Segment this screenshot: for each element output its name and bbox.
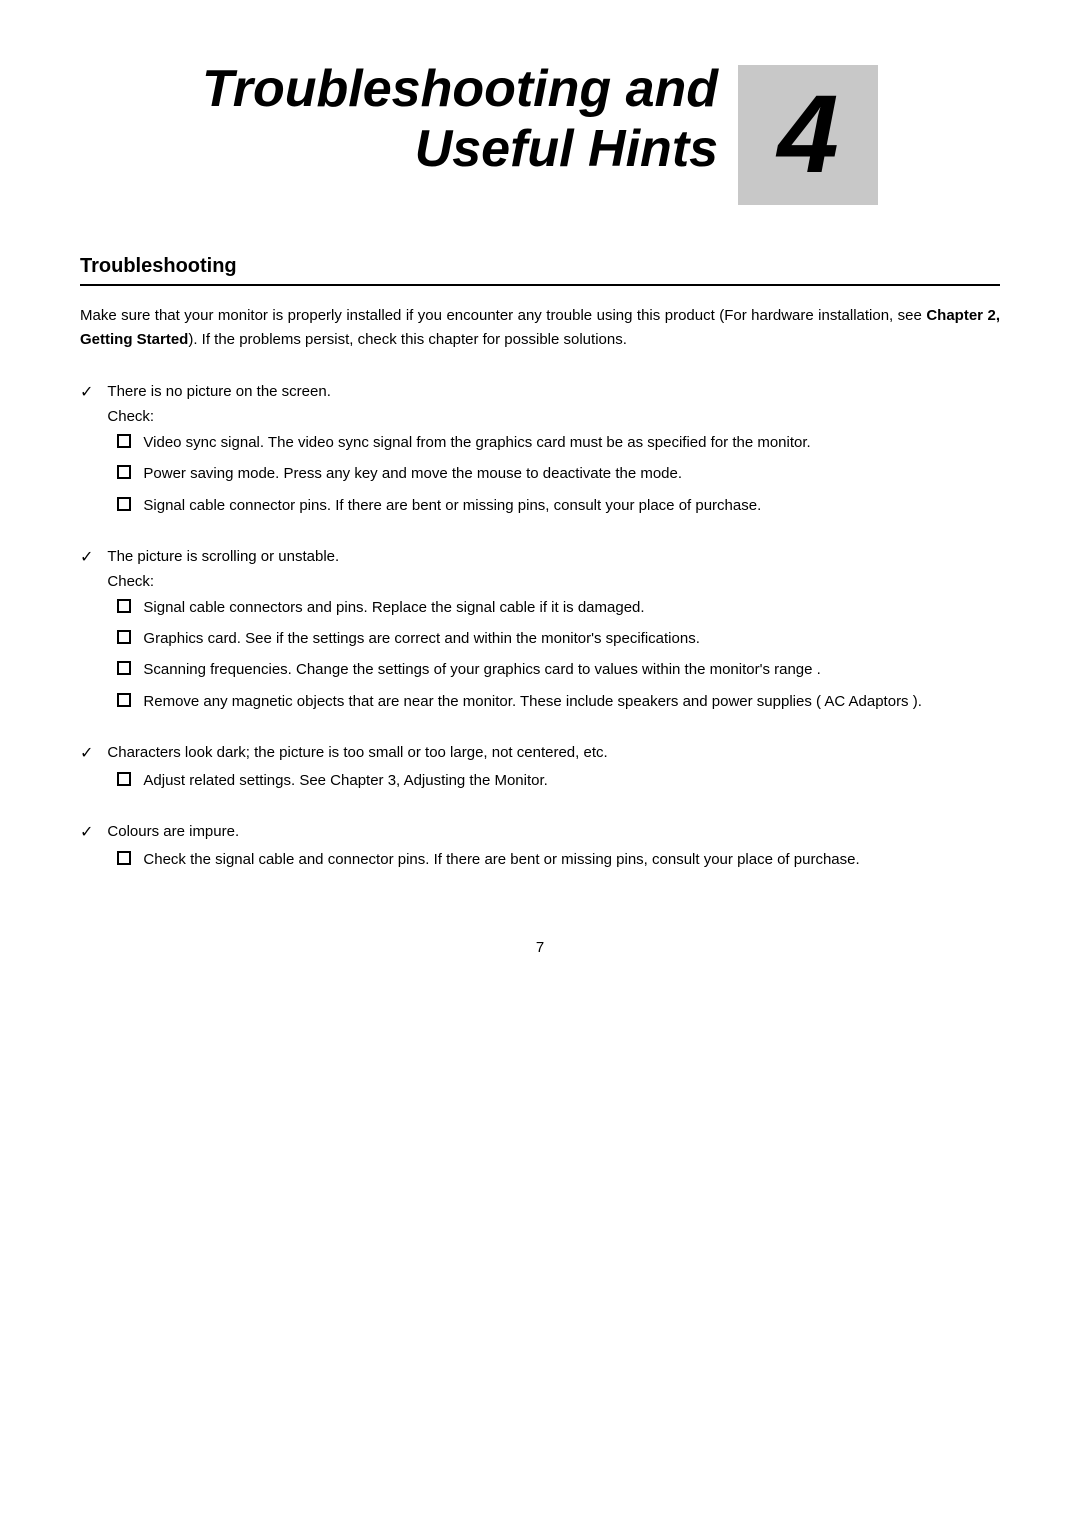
sub-text: Check the signal cable and connector pin… <box>143 848 1000 871</box>
check-main-text: Colours are impure. <box>107 820 1000 844</box>
check-label: Check: <box>107 408 1000 425</box>
sub-text: Signal cable connector pins. If there ar… <box>143 494 1000 517</box>
checkmark-icon: ✓ <box>80 382 93 402</box>
sub-item: Scanning frequencies. Change the setting… <box>107 658 1000 681</box>
sub-item: Remove any magnetic objects that are nea… <box>107 690 1000 713</box>
sub-text: Adjust related settings. See Chapter 3, … <box>143 769 1000 792</box>
check-item: ✓ There is no picture on the screen. Check… <box>80 380 1000 525</box>
check-content: Characters look dark; the picture is too… <box>107 741 1000 800</box>
check-main-text: There is no picture on the screen. <box>107 380 1000 404</box>
checkmark-icon: ✓ <box>80 822 93 842</box>
check-item: ✓ Colours are impure. Check the signal cab… <box>80 820 1000 879</box>
check-label: Check: <box>107 573 1000 590</box>
title-line1: Troubleshooting and <box>202 60 718 120</box>
sub-item: Signal cable connectors and pins. Replac… <box>107 596 1000 619</box>
header-section: Troubleshooting and Useful Hints 4 <box>80 60 1000 205</box>
checkbox-icon <box>117 693 131 707</box>
check-main-text: The picture is scrolling or unstable. <box>107 545 1000 569</box>
checkbox-icon <box>117 434 131 448</box>
checkbox-icon <box>117 851 131 865</box>
sub-item: Adjust related settings. See Chapter 3, … <box>107 769 1000 792</box>
sub-item: Signal cable connector pins. If there ar… <box>107 494 1000 517</box>
checkbox-icon <box>117 661 131 675</box>
sub-text: Graphics card. See if the settings are c… <box>143 627 1000 650</box>
checkbox-icon <box>117 465 131 479</box>
sub-item: Power saving mode. Press any key and mov… <box>107 462 1000 485</box>
sub-text: Signal cable connectors and pins. Replac… <box>143 596 1000 619</box>
check-main-text: Characters look dark; the picture is too… <box>107 741 1000 765</box>
title-line2: Useful Hints <box>202 120 718 180</box>
check-content: There is no picture on the screen. Check:… <box>107 380 1000 525</box>
intro-text: Make sure that your monitor is properly … <box>80 307 926 324</box>
sub-list: Check the signal cable and connector pin… <box>107 848 1000 871</box>
section-title: Troubleshooting <box>80 255 1000 286</box>
checkbox-icon <box>117 630 131 644</box>
page-number: 7 <box>80 939 1000 956</box>
header-title: Troubleshooting and Useful Hints <box>202 60 718 180</box>
intro-paragraph: Make sure that your monitor is properly … <box>80 304 1000 352</box>
sub-item: Video sync signal. The video sync signal… <box>107 431 1000 454</box>
main-content: Troubleshooting Make sure that your moni… <box>80 255 1000 879</box>
sub-list: Adjust related settings. See Chapter 3, … <box>107 769 1000 792</box>
chapter-number: 4 <box>777 80 838 190</box>
chapter-number-box: 4 <box>738 65 878 205</box>
sub-text: Scanning frequencies. Change the setting… <box>143 658 1000 681</box>
checkbox-icon <box>117 497 131 511</box>
checkmark-icon: ✓ <box>80 743 93 763</box>
sub-text: Power saving mode. Press any key and mov… <box>143 462 1000 485</box>
check-item: ✓ The picture is scrolling or unstable. Ch… <box>80 545 1000 721</box>
check-item: ✓ Characters look dark; the picture is to… <box>80 741 1000 800</box>
intro-end: ). If the problems persist, check this c… <box>188 331 627 348</box>
sub-list: Video sync signal. The video sync signal… <box>107 431 1000 517</box>
sub-text: Remove any magnetic objects that are nea… <box>143 690 1000 713</box>
sub-item: Graphics card. See if the settings are c… <box>107 627 1000 650</box>
sub-text: Video sync signal. The video sync signal… <box>143 431 1000 454</box>
checkmark-icon: ✓ <box>80 547 93 567</box>
sub-list: Signal cable connectors and pins. Replac… <box>107 596 1000 713</box>
checkbox-icon <box>117 772 131 786</box>
checkbox-icon <box>117 599 131 613</box>
check-content: Colours are impure. Check the signal cabl… <box>107 820 1000 879</box>
sub-item: Check the signal cable and connector pin… <box>107 848 1000 871</box>
check-content: The picture is scrolling or unstable. Che… <box>107 545 1000 721</box>
check-list: ✓ There is no picture on the screen. Check… <box>80 380 1000 879</box>
